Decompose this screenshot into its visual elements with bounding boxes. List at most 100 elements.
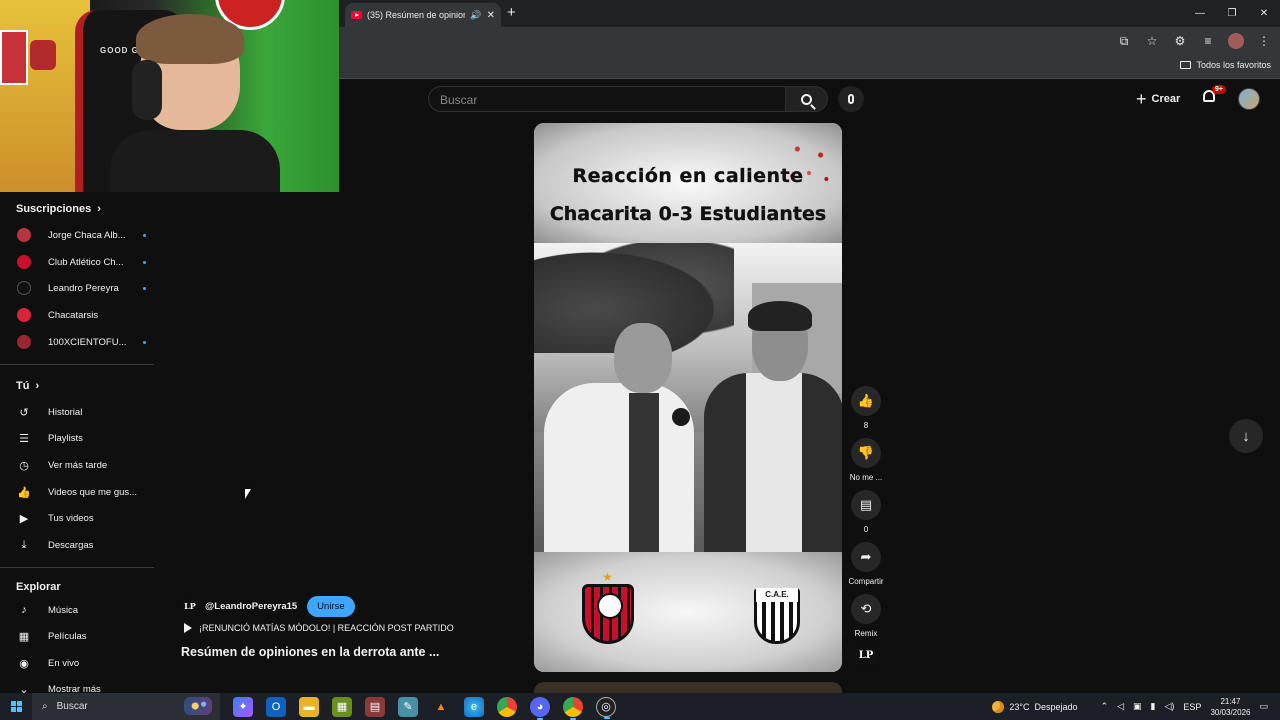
comments-button[interactable]: ▤ bbox=[851, 490, 881, 520]
file-explorer-app-icon[interactable]: ▬ bbox=[299, 696, 319, 717]
notifications-center-icon[interactable]: ▭ bbox=[1259, 701, 1268, 712]
search-input[interactable] bbox=[429, 87, 785, 113]
video-title[interactable]: Resúmen de opiniones en la derrota ante … bbox=[181, 645, 439, 659]
language-indicator[interactable]: ESP bbox=[1183, 702, 1201, 712]
join-button[interactable]: Unirse bbox=[307, 595, 355, 617]
sidebar-item-your-videos[interactable]: ▶ Tus videos bbox=[16, 509, 146, 527]
sidebar-item-watch-later[interactable]: ◷ Ver más tarde bbox=[16, 456, 146, 474]
sidebar-item-downloads[interactable]: ⤓ Descargas bbox=[16, 536, 146, 554]
extensions-icon[interactable]: ⚙ bbox=[1172, 33, 1188, 49]
close-window-icon[interactable]: ✕ bbox=[1248, 0, 1280, 27]
moon-icon bbox=[992, 700, 1005, 713]
clock[interactable]: 21:47 30/03/2026 bbox=[1210, 696, 1250, 718]
copilot-app-icon[interactable]: ✦ bbox=[233, 696, 253, 717]
share-button[interactable]: ➦ bbox=[851, 542, 881, 572]
mouse-cursor-icon bbox=[245, 489, 251, 499]
channel-handle[interactable]: @LeandroPereyra15 bbox=[205, 601, 297, 612]
obs-app-icon[interactable]: ◎ bbox=[596, 696, 616, 719]
streamer bbox=[110, 14, 280, 192]
sidebar-item-liked-videos[interactable]: 👍 Videos que me gus... bbox=[16, 483, 146, 501]
plus-icon: + bbox=[1136, 89, 1147, 109]
volume-icon[interactable]: ◁) bbox=[1165, 701, 1175, 712]
account-avatar[interactable] bbox=[1238, 88, 1260, 110]
weather-widget[interactable]: 23°C Despejado bbox=[992, 700, 1078, 713]
show-hidden-icons-icon[interactable]: ⌃ bbox=[1101, 701, 1109, 712]
sidebar-item-playlists[interactable]: ☰ Playlists bbox=[16, 429, 146, 447]
remix-label: Remix bbox=[854, 629, 878, 638]
notifications-button[interactable]: 9+ bbox=[1203, 85, 1226, 104]
all-bookmarks-folder[interactable]: Todos los favoritos bbox=[1180, 60, 1271, 70]
tab-close-icon[interactable]: ✕ bbox=[487, 10, 495, 21]
subscription-item[interactable]: Leandro Pereyra bbox=[16, 279, 146, 297]
audio-row[interactable]: ¡RENUNCIÓ MATÍAS MÓDOLO! | REACCIÓN POST… bbox=[181, 623, 454, 633]
taskbar-search[interactable]: ⌕ Buscar bbox=[32, 693, 220, 720]
next-video-button[interactable]: ↓ bbox=[1229, 419, 1263, 453]
remix-icon: ⟲ bbox=[860, 601, 872, 616]
voice-search-button[interactable] bbox=[838, 86, 864, 112]
downloads-icon: ⤓ bbox=[21, 538, 27, 551]
browser-profile-avatar[interactable] bbox=[1228, 33, 1244, 49]
browser-tab-active[interactable]: (35) Resúmen de opiniones en la derrota … bbox=[345, 3, 501, 27]
playlists-icon: ☰ bbox=[19, 432, 29, 445]
speaker-icon[interactable]: ◁ bbox=[1117, 701, 1124, 712]
sidebar-item-movies[interactable]: ▦ Películas bbox=[16, 627, 146, 645]
like-button[interactable]: 👍 bbox=[851, 386, 881, 416]
thumbs-up-icon: 👍 bbox=[857, 393, 875, 408]
search-icon: ⌕ bbox=[42, 701, 48, 712]
windows-taskbar: ⌕ Buscar ✦ O ▬ ▦ ▤ ✎ ▲ e ◕ ◎ 23°C Despej… bbox=[0, 693, 1280, 720]
install-app-icon[interactable]: ⧉ bbox=[1116, 33, 1132, 49]
bookmark-star-icon[interactable]: ☆ bbox=[1144, 33, 1160, 49]
subscription-item[interactable]: Chacatarsis bbox=[16, 306, 146, 324]
mic-tray-icon[interactable]: ▮ bbox=[1151, 701, 1156, 712]
restore-icon[interactable]: ❐ bbox=[1216, 0, 1248, 27]
search-highlight-icon bbox=[184, 697, 212, 715]
folder-icon bbox=[1180, 61, 1192, 69]
arrow-down-icon: ↓ bbox=[1242, 427, 1250, 445]
audio-title: ¡RENUNCIÓ MATÍAS MÓDOLO! | REACCIÓN POST… bbox=[199, 623, 454, 633]
start-button[interactable] bbox=[0, 693, 32, 720]
media-controls-icon[interactable]: ≡ bbox=[1200, 33, 1216, 49]
discord-app-icon[interactable]: ◕ bbox=[530, 696, 550, 720]
winrar-app-icon[interactable]: ▤ bbox=[365, 696, 385, 717]
sidebar-item-history[interactable]: ↺ Historial bbox=[16, 403, 146, 421]
notification-badge: 9+ bbox=[1212, 85, 1226, 94]
interview-photo bbox=[534, 243, 842, 552]
channel-row: LP @LeandroPereyra15 Unirse bbox=[181, 595, 511, 617]
thumbs-down-icon: 👎 bbox=[857, 445, 875, 460]
subscription-item[interactable]: 100XCIENTOFU... bbox=[16, 333, 146, 351]
subscriptions-heading[interactable]: Suscripciones › bbox=[16, 203, 101, 215]
handheld-microphone bbox=[672, 408, 690, 426]
channel-avatar[interactable]: LP bbox=[181, 597, 199, 615]
subscription-item[interactable]: Jorge Chaca Alb... bbox=[16, 226, 146, 244]
browser-menu-icon[interactable]: ⋮ bbox=[1256, 33, 1272, 49]
minimize-icon[interactable]: — bbox=[1184, 0, 1216, 27]
chevron-right-icon: › bbox=[97, 203, 101, 215]
edge-app-icon[interactable]: e bbox=[464, 696, 484, 717]
create-button[interactable]: + Crear bbox=[1136, 89, 1180, 109]
new-tab-icon[interactable]: + bbox=[507, 4, 516, 21]
chrome-active-app-icon[interactable] bbox=[563, 696, 583, 720]
watch-later-icon: ◷ bbox=[19, 459, 29, 472]
your-videos-icon: ▶ bbox=[19, 512, 29, 525]
tab-audio-icon[interactable]: 🔊 bbox=[470, 10, 481, 21]
search-button[interactable] bbox=[786, 86, 828, 112]
channel-logo-thumbnail[interactable]: LP bbox=[855, 645, 877, 667]
chrome-app-icon[interactable] bbox=[497, 696, 517, 717]
interviewee bbox=[544, 323, 694, 552]
remix-button[interactable]: ⟲ bbox=[851, 594, 881, 624]
search-icon bbox=[801, 93, 812, 105]
outlook-app-icon[interactable]: O bbox=[266, 696, 286, 717]
minecraft-app-icon[interactable]: ▦ bbox=[332, 696, 352, 717]
dislike-button[interactable]: 👎 bbox=[851, 438, 881, 468]
you-heading[interactable]: Tú › bbox=[16, 380, 39, 392]
short-video-player[interactable]: Reacción en caliente Chacarita 0-3 Estud… bbox=[534, 123, 842, 672]
network-icon[interactable]: ▣ bbox=[1133, 701, 1142, 712]
subscription-item[interactable]: Club Atlético Ch... bbox=[16, 253, 146, 271]
comment-count: 0 bbox=[863, 525, 869, 534]
all-bookmarks-label: Todos los favoritos bbox=[1196, 60, 1271, 70]
vlc-app-icon[interactable]: ▲ bbox=[431, 697, 451, 717]
sidebar-item-music[interactable]: ♪ Música bbox=[16, 601, 146, 619]
channel-avatar bbox=[17, 308, 31, 322]
notepad-app-icon[interactable]: ✎ bbox=[398, 696, 418, 717]
sidebar-item-live[interactable]: ◉ En vivo bbox=[16, 654, 146, 672]
